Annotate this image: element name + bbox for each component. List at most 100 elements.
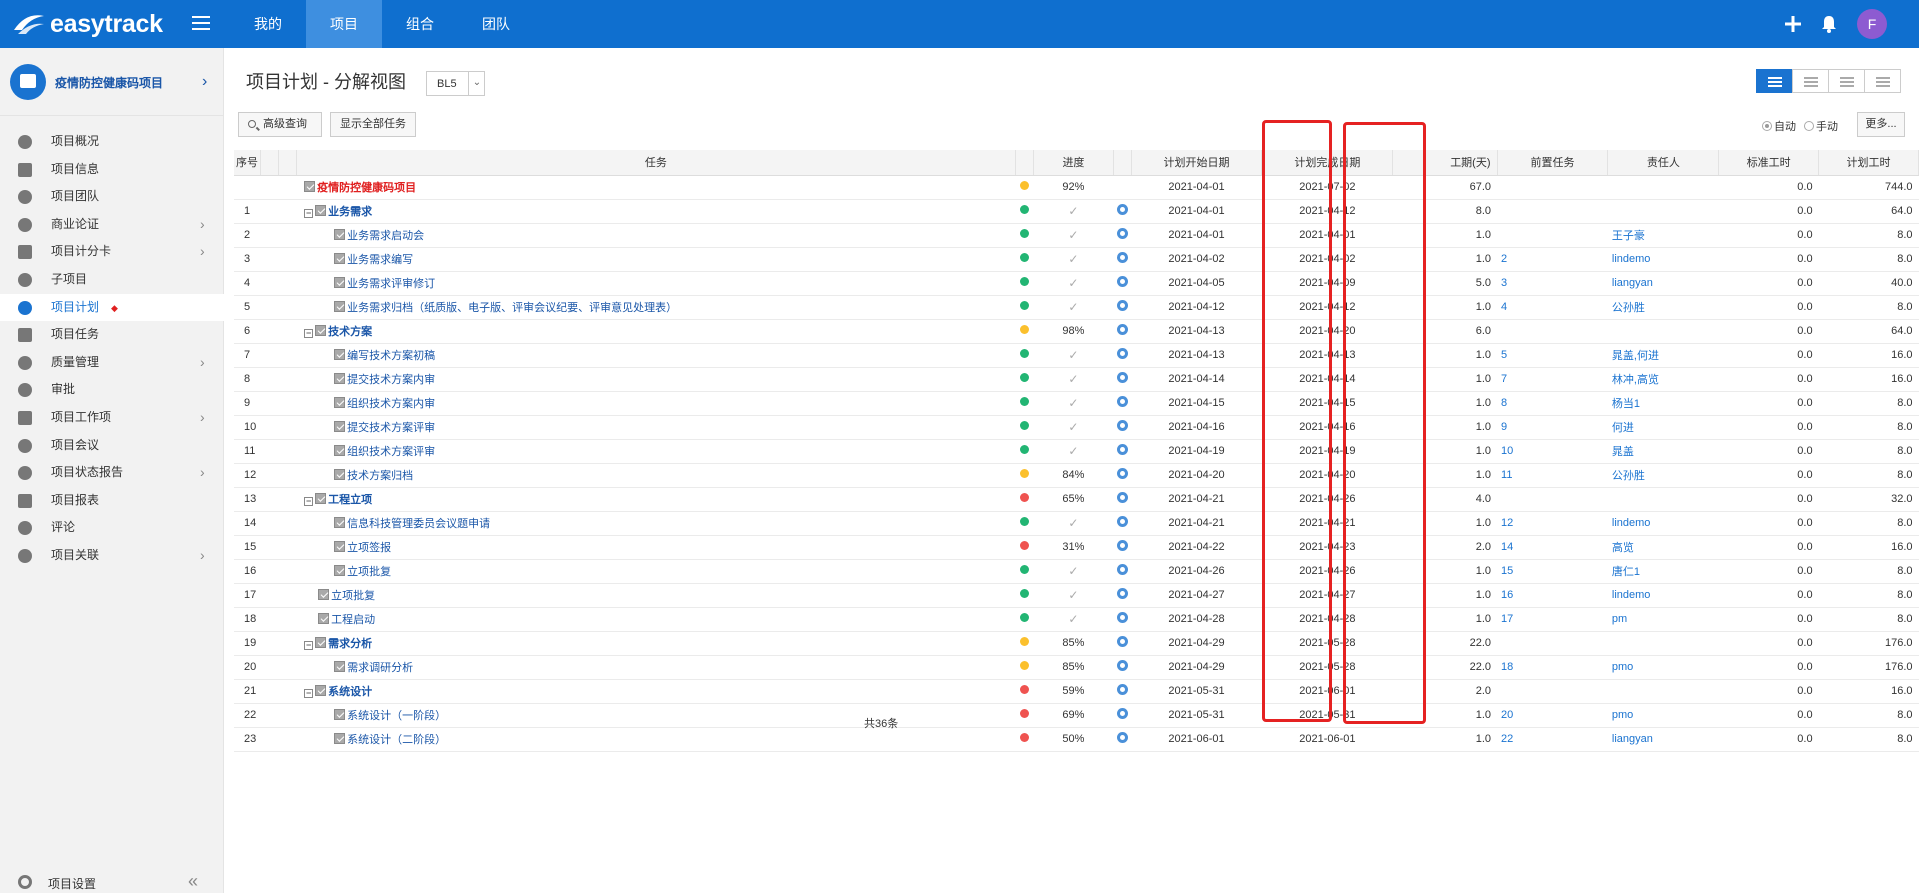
row-predecessor[interactable] [1497,319,1608,344]
row-owner[interactable]: pm [1607,607,1719,632]
row-predecessor[interactable] [1497,631,1608,656]
row-task[interactable]: 提交技术方案评审 [296,415,1016,440]
plus-icon[interactable] [1781,12,1805,36]
row-predecessor[interactable]: 9 [1497,415,1608,440]
row-predecessor[interactable] [1497,223,1608,248]
collapse-toggle-icon[interactable]: − [304,497,314,506]
table-row[interactable]: 10 提交技术方案评审 ✓ 2021-04-16 2021-04-16 1.0 9 何进 0.0… [234,415,1919,440]
sidebar-item[interactable]: 项目团队 [0,183,224,211]
row-owner[interactable]: 高览 [1607,535,1719,560]
col-task[interactable]: 任务 [296,150,1017,176]
task-name[interactable]: 技术方案 [328,326,372,338]
row-owner[interactable]: 晁盖 [1607,439,1719,464]
table-row[interactable]: 6 − 技术方案 98% 2021-04-13 2021-04-20 6.0 0.0 64.0 [234,319,1919,344]
sidebar-item[interactable]: 项目任务 [0,321,224,349]
table-row[interactable]: 7 编写技术方案初稿 ✓ 2021-04-13 2021-04-13 1.0 5 晁盖,何进 0… [234,343,1919,368]
task-name[interactable]: 业务需求编写 [347,254,413,266]
row-predecessor[interactable]: 14 [1497,535,1608,560]
task-name[interactable]: 技术方案归档 [347,470,413,482]
row-predecessor[interactable] [1497,679,1608,704]
col-std-hours[interactable]: 标准工时 [1718,150,1820,176]
row-task[interactable]: 组织技术方案内审 [296,391,1016,416]
bell-icon[interactable] [1817,12,1841,36]
task-name[interactable]: 疫情防控健康码项目 [317,182,416,194]
row-owner[interactable]: 林冲,高览 [1607,367,1719,392]
row-task[interactable]: − 技术方案 [296,319,1016,344]
row-predecessor[interactable]: 3 [1497,271,1608,296]
project-switcher[interactable]: 疫情防控健康码项目 › [0,48,224,116]
schedule-indicator-icon[interactable] [1116,564,1128,575]
row-task[interactable]: 业务需求归档（纸质版、电子版、评审会议纪要、评审意见处理表） [296,295,1016,320]
task-name[interactable]: 业务需求归档（纸质版、电子版、评审会议纪要、评审意见处理表） [347,302,677,314]
schedule-indicator-icon[interactable] [1116,300,1128,311]
col-predecessor[interactable]: 前置任务 [1497,150,1609,176]
top-nav-item[interactable]: 我的 [230,0,306,48]
row-predecessor[interactable]: 5 [1497,343,1608,368]
schedule-indicator-icon[interactable] [1116,324,1128,335]
schedule-indicator-icon[interactable] [1116,540,1128,551]
top-nav-item[interactable]: 组合 [382,0,458,48]
table-row[interactable]: 9 组织技术方案内审 ✓ 2021-04-15 2021-04-15 1.0 8 杨当1 0.0… [234,391,1919,416]
row-owner[interactable] [1607,319,1719,344]
card-view-button[interactable] [1864,69,1901,93]
schedule-indicator-icon[interactable] [1116,252,1128,263]
row-task[interactable]: 系统设计（二阶段） [296,727,1016,752]
sidebar-item[interactable]: 商业论证 › [0,211,224,239]
schedule-indicator-icon[interactable] [1116,516,1128,527]
table-row[interactable]: 15 立项签报 31% 2021-04-22 2021-04-23 2.0 14 高览 0.0 1… [234,535,1919,560]
row-predecessor[interactable]: 20 [1497,703,1608,728]
row-owner[interactable] [1607,631,1719,656]
schedule-indicator-icon[interactable] [1116,228,1128,239]
row-task[interactable]: 信息科技管理委员会议题申请 [296,511,1016,536]
logo[interactable]: easytrack [12,8,163,40]
row-task[interactable]: 编写技术方案初稿 [296,343,1016,368]
task-name[interactable]: 立项批复 [347,566,391,578]
table-row[interactable]: 8 提交技术方案内审 ✓ 2021-04-14 2021-04-14 1.0 7 林冲,高览 0… [234,367,1919,392]
collapse-toggle-icon[interactable]: − [304,689,314,698]
row-owner[interactable]: 公孙胜 [1607,295,1719,320]
row-task[interactable]: 组织技术方案评审 [296,439,1016,464]
sidebar-item[interactable]: 项目关联 › [0,542,224,570]
collapse-toggle-icon[interactable]: − [304,329,314,338]
table-row[interactable]: 12 技术方案归档 84% 2021-04-20 2021-04-20 1.0 11 公孙胜 0… [234,463,1919,488]
gantt-view-button[interactable] [1792,69,1829,93]
row-task[interactable]: 需求调研分析 [296,655,1016,680]
schedule-indicator-icon[interactable] [1116,684,1128,695]
row-owner[interactable]: 公孙胜 [1607,463,1719,488]
row-task[interactable]: 立项批复 [296,559,1016,584]
task-name[interactable]: 业务需求 [328,206,372,218]
table-row[interactable]: 20 需求调研分析 85% 2021-04-29 2021-05-28 22.0 18 pmo… [234,655,1919,680]
table-row[interactable]: 23 系统设计（二阶段） 50% 2021-06-01 2021-06-01 1.0 22 l… [234,727,1919,752]
table-row[interactable]: 19 − 需求分析 85% 2021-04-29 2021-05-28 22.0 0.0 176… [234,631,1919,656]
row-predecessor[interactable]: 2 [1497,247,1608,272]
row-owner[interactable]: 唐仁1 [1607,559,1719,584]
top-nav-item[interactable]: 团队 [458,0,534,48]
col-owner[interactable]: 责任人 [1607,150,1720,176]
col-seq[interactable]: 序号 [234,150,262,176]
row-predecessor[interactable]: 12 [1497,511,1608,536]
advanced-query-button[interactable]: 高级查询 [238,112,322,137]
row-predecessor[interactable] [1497,487,1608,512]
row-task[interactable]: 提交技术方案内审 [296,367,1016,392]
row-owner[interactable] [1607,679,1719,704]
sidebar-item[interactable]: 项目信息 [0,156,224,184]
row-owner[interactable]: 杨当1 [1607,391,1719,416]
row-owner[interactable] [1607,199,1719,224]
col-progress[interactable]: 进度 [1033,150,1114,176]
collapse-toggle-icon[interactable]: − [304,209,314,218]
task-name[interactable]: 立项签报 [347,542,391,554]
table-row[interactable]: 4 业务需求评审修订 ✓ 2021-04-05 2021-04-09 5.0 3 liangy… [234,271,1919,296]
task-name[interactable]: 系统设计（二阶段） [347,734,446,746]
row-owner[interactable] [1607,487,1719,512]
table-row[interactable]: 22 系统设计（一阶段） 69% 2021-05-31 2021-05-31 1.0 20 p… [234,703,1919,728]
table-row[interactable]: 16 立项批复 ✓ 2021-04-26 2021-04-26 1.0 15 唐仁1 0.0 8.… [234,559,1919,584]
schedule-indicator-icon[interactable] [1116,732,1128,743]
auto-radio[interactable] [1762,121,1772,131]
table-row[interactable]: 11 组织技术方案评审 ✓ 2021-04-19 2021-04-19 1.0 10 晁盖 0.… [234,439,1919,464]
col-end[interactable]: 计划完成日期 [1261,150,1394,176]
row-owner[interactable] [1607,175,1719,200]
task-name[interactable]: 编写技术方案初稿 [347,350,435,362]
row-task[interactable]: 技术方案归档 [296,463,1016,488]
schedule-indicator-icon[interactable] [1116,204,1128,215]
row-predecessor[interactable]: 4 [1497,295,1608,320]
